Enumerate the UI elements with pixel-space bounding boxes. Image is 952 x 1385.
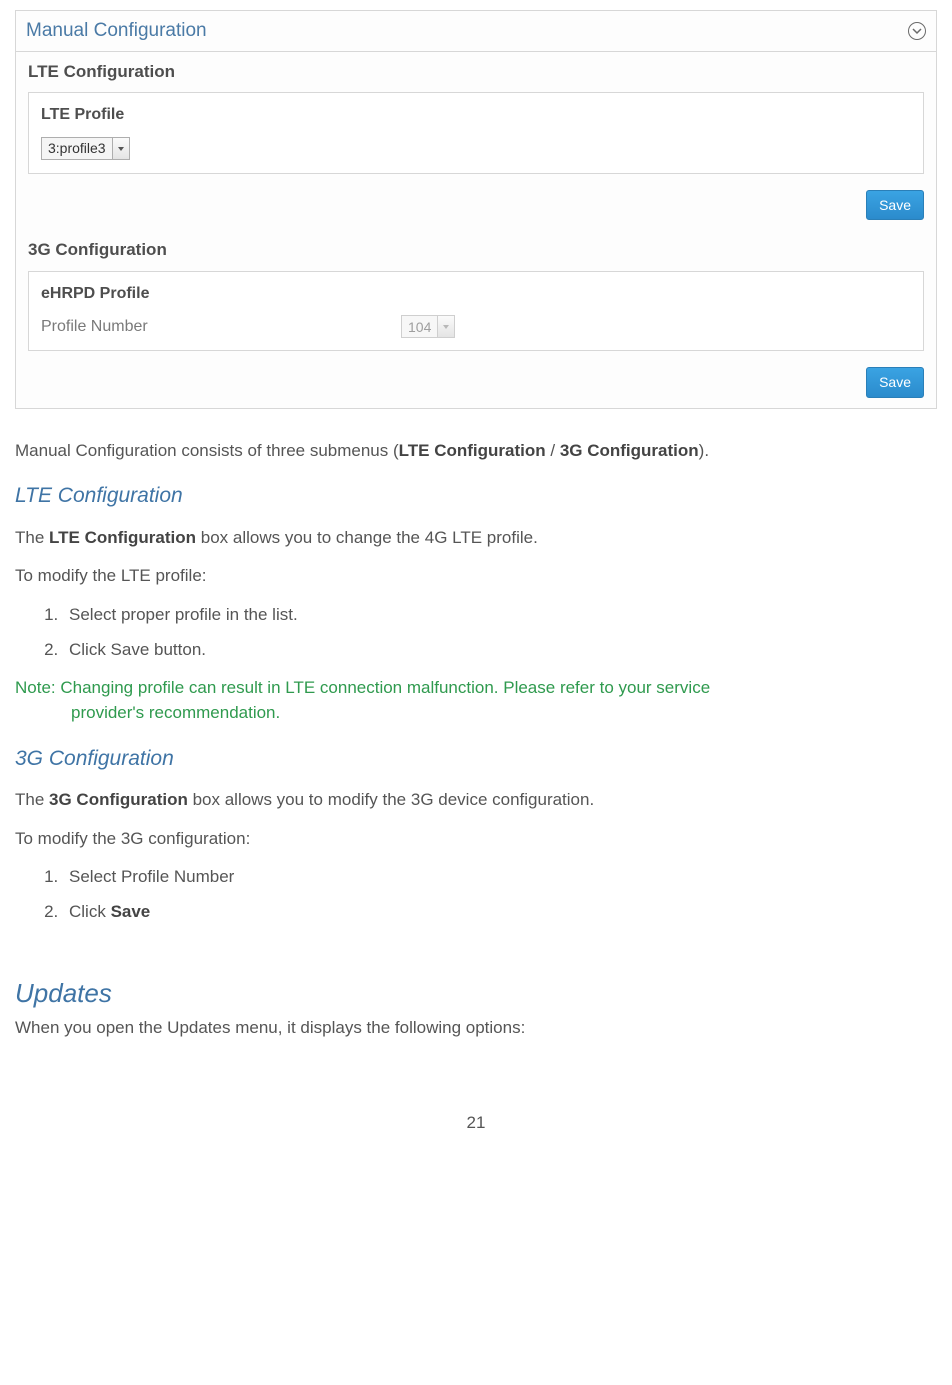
panel-header: Manual Configuration (16, 11, 936, 52)
3g-configuration-box: eHRPD Profile Profile Number 104 (28, 271, 924, 351)
bold-text: 3G Configuration (49, 790, 188, 809)
profile-number-value: 104 (402, 317, 437, 337)
paragraph-lte-desc: The LTE Configuration box allows you to … (15, 526, 937, 551)
note-line: provider's recommendation. (15, 701, 937, 726)
lte-save-row: Save (16, 184, 936, 230)
dropdown-arrow-icon (112, 138, 129, 159)
document-body: Manual Configuration consists of three s… (15, 439, 937, 1136)
text: box allows you to change the 4G LTE prof… (196, 528, 538, 547)
list-item: Select proper profile in the list. (63, 603, 937, 628)
3g-steps-list: Select Profile Number Click Save (63, 865, 937, 924)
lte-configuration-box: LTE Profile 3:profile3 (28, 92, 924, 174)
3g-save-row: Save (16, 361, 936, 407)
text: The (15, 790, 49, 809)
text: The (15, 528, 49, 547)
panel-title-text: Manual Configuration (26, 17, 207, 45)
profile-number-row: Profile Number 104 (41, 315, 911, 338)
profile-number-label: Profile Number (41, 315, 401, 338)
paragraph-submenus: Manual Configuration consists of three s… (15, 439, 937, 464)
paragraph-updates-desc: When you open the Updates menu, it displ… (15, 1016, 937, 1041)
heading-updates: Updates (15, 975, 937, 1013)
text: Click (69, 902, 111, 921)
bold-text: LTE Configuration (49, 528, 196, 547)
text: box allows you to modify the 3G device c… (188, 790, 594, 809)
list-item: Click Save (63, 900, 937, 925)
page-number: 21 (15, 1111, 937, 1136)
text: ). (699, 441, 709, 460)
paragraph-3g-desc: The 3G Configuration box allows you to m… (15, 788, 937, 813)
lte-profile-value: 3:profile3 (42, 138, 112, 158)
paragraph-3g-modify: To modify the 3G configuration: (15, 827, 937, 852)
bold-text: Save (111, 902, 151, 921)
heading-3g-configuration: 3G Configuration (15, 744, 937, 774)
heading-lte-configuration: LTE Configuration (15, 481, 937, 511)
ehrpd-profile-label: eHRPD Profile (41, 282, 911, 305)
paragraph-lte-modify: To modify the LTE profile: (15, 564, 937, 589)
list-item: Select Profile Number (63, 865, 937, 890)
lte-profile-select[interactable]: 3:profile3 (41, 137, 130, 160)
lte-configuration-header: LTE Configuration (16, 52, 936, 89)
lte-steps-list: Select proper profile in the list. Click… (63, 603, 937, 662)
warning-note: Note: Changing profile can result in LTE… (15, 676, 937, 725)
list-item: Click Save button. (63, 638, 937, 663)
note-line: Note: Changing profile can result in LTE… (15, 678, 710, 697)
3g-configuration-header: 3G Configuration (16, 230, 936, 267)
text: Manual Configuration consists of three s… (15, 441, 399, 460)
lte-profile-label: LTE Profile (41, 103, 911, 126)
profile-number-select[interactable]: 104 (401, 315, 455, 338)
dropdown-arrow-icon (437, 316, 454, 337)
3g-save-button[interactable]: Save (866, 367, 924, 397)
collapse-toggle-button[interactable] (908, 22, 926, 40)
text: / (546, 441, 560, 460)
bold-text: LTE Configuration (399, 441, 546, 460)
bold-text: 3G Configuration (560, 441, 699, 460)
chevron-down-icon (912, 26, 922, 36)
manual-configuration-panel: Manual Configuration LTE Configuration L… (15, 10, 937, 409)
lte-save-button[interactable]: Save (866, 190, 924, 220)
